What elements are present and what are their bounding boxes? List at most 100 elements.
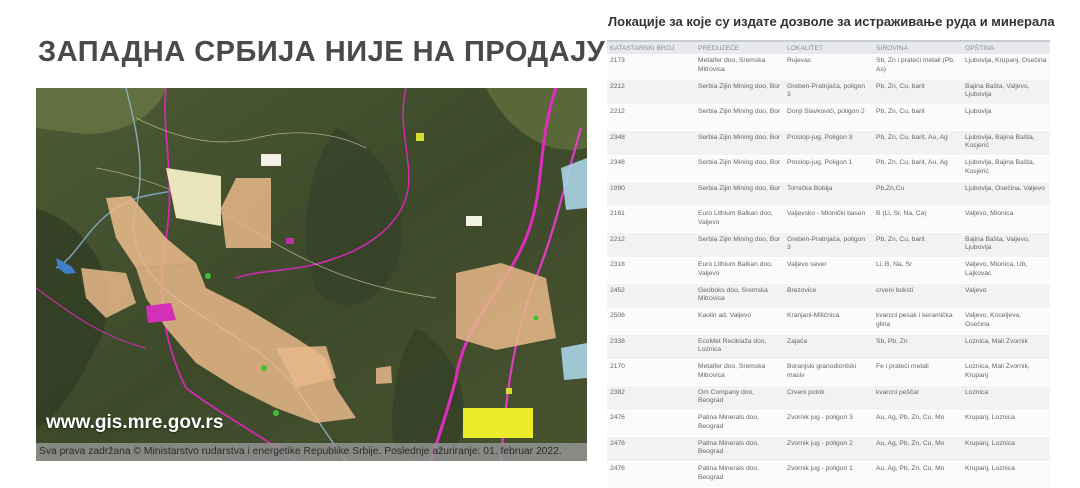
cell-katastarski-broj: 2318	[607, 257, 695, 284]
cell-lokalitet: Proslop-jug, Poligon 3	[784, 130, 873, 156]
cell-katastarski-broj: 2212	[607, 232, 695, 258]
table-row: 2318 Euro Lithium Balkan doo, Valjevo Valj…	[607, 257, 1050, 284]
cell-katastarski-broj: 2348	[607, 155, 695, 182]
cell-preduzece: Serbia Zijin Mining doo, Bor	[695, 232, 784, 258]
cell-opstina: Bajina Bašta, Valjevo, Ljubovija	[962, 232, 1050, 258]
cell-lokalitet: Zvornik jug - poligon 3	[784, 410, 873, 437]
table-row: 2212 Serbia Zijin Mining doo, Bor Greben-P…	[607, 232, 1050, 258]
cell-opstina: Loznica	[962, 385, 1050, 411]
cell-preduzece: Kaolin ad, Valjevo	[695, 308, 784, 335]
cell-katastarski-broj: 2173	[607, 54, 695, 80]
table-row: 2212 Serbia Zijin Mining doo, Bor Greben-P…	[607, 79, 1050, 105]
cell-sirovina: crveni boksti	[873, 283, 962, 309]
cell-sirovina: Pb,Zn,Cu	[873, 181, 962, 207]
table-row: 2161 Euro Lithium Balkan doo, Valjevo Valj…	[607, 206, 1050, 233]
cell-katastarski-broj: 2476	[607, 436, 695, 462]
table-row: 2476 Patina Minerals doo, Beograd Zvornik …	[607, 410, 1050, 437]
cell-lokalitet: Zajača	[784, 334, 873, 360]
cell-katastarski-broj: 2476	[607, 461, 695, 488]
cell-opstina: Ljubovija, Krupanj, Osečina	[962, 54, 1050, 80]
cell-preduzece: Patina Minerals doo, Beograd	[695, 436, 784, 462]
cell-preduzece: Om Company doo, Beograd	[695, 385, 784, 411]
cell-preduzece: Serbia Zijin Mining doo, Bor	[695, 79, 784, 105]
table-row: 2348 Serbia Zijin Mining doo, Bor Proslop-…	[607, 155, 1050, 182]
cell-preduzece: Patina Minerals doo, Beograd	[695, 461, 784, 488]
cell-sirovina: Sb, Pb, Zn	[873, 334, 962, 360]
cell-katastarski-broj: 2170	[607, 359, 695, 386]
map-url: www.gis.mre.gov.rs	[46, 412, 224, 433]
cell-sirovina: Sb, Zn i prateći metali (Pb, As)	[873, 54, 962, 80]
cell-sirovina: Fe i prateći metali	[873, 359, 962, 386]
cell-lokalitet: Valjevsko - Mionički basen	[784, 206, 873, 233]
table-row: 2452 Geoboks doo, Sremska Mitrovica Brezov…	[607, 283, 1050, 309]
cell-sirovina: Pb, Zn, Cu, barit, Au, Ag	[873, 155, 962, 182]
cell-sirovina: Pb, Zn, Cu, barit	[873, 104, 962, 131]
marker	[506, 388, 512, 394]
header-sirovina: SIROVINA	[873, 40, 962, 54]
table-body: 2173 Metalfer doo, Sremska Mitrovica Rujev…	[607, 54, 1050, 488]
marker	[273, 410, 279, 416]
map-image: www.gis.mre.gov.rs Sva prava zadržana © …	[36, 88, 587, 461]
table-row: 2476 Patina Minerals doo, Beograd Zvornik …	[607, 461, 1050, 488]
cell-katastarski-broj: 2338	[607, 334, 695, 360]
cell-preduzece: Serbia Zijin Mining doo, Bor	[695, 181, 784, 207]
map-credit: Sva prava zadržana © Ministarstvo rudars…	[36, 443, 587, 461]
table-title: Локације за које су издате дозволе за ис…	[608, 14, 1055, 29]
cell-opstina: Ljubovija, Osečina, Valjevo	[962, 181, 1050, 207]
table-row: 2170 Metalfer doo, Sremska Mitrovica Boran…	[607, 359, 1050, 386]
table-row: 2476 Patina Minerals doo, Beograd Zvornik …	[607, 436, 1050, 462]
cell-preduzece: Serbia Zijin Mining doo, Bor	[695, 104, 784, 131]
marker	[205, 273, 211, 279]
marker	[416, 133, 424, 141]
cell-lokalitet: Donji Slavkovići, poligon 2	[784, 104, 873, 131]
cell-sirovina: Au, Ag, Pb, Zn, Cu, Mo	[873, 461, 962, 488]
cell-lokalitet: Proslop-jug, Poligon 1	[784, 155, 873, 182]
marker	[533, 315, 539, 321]
cell-katastarski-broj: 2212	[607, 79, 695, 105]
cell-lokalitet: Tornička Bobija	[784, 181, 873, 207]
cell-katastarski-broj: 2212	[607, 104, 695, 131]
cell-sirovina: Au, Ag, Pb, Zn, Cu, Mo	[873, 436, 962, 462]
headline: ЗАПАДНА СРБИЈА НИЈЕ НА ПРОДАЈУ!	[38, 36, 616, 68]
table-row: 2173 Metalfer doo, Sremska Mitrovica Rujev…	[607, 54, 1050, 80]
header-katastarski-broj: KATASTARSKI BROJ	[607, 40, 695, 54]
cell-preduzece: Patina Minerals doo, Beograd	[695, 410, 784, 437]
cell-katastarski-broj: 2382	[607, 385, 695, 411]
cell-lokalitet: Valjevo sever	[784, 257, 873, 284]
cell-sirovina: Li, B, Na, Sr	[873, 257, 962, 284]
cell-lokalitet: Brezovice	[784, 283, 873, 309]
header-preduzece: PREDUZEĆE	[695, 40, 784, 54]
cell-opstina: Loznica, Mali Zvornik	[962, 334, 1050, 360]
cell-sirovina: Au, Ag, Pb, Zn, Cu, Mo	[873, 410, 962, 437]
table-header-row: KATASTARSKI BROJ PREDUZEĆE LOKALITET SIR…	[607, 40, 1050, 54]
cell-opstina: Bajina Bašta, Valjevo, Ljubovija	[962, 79, 1050, 105]
cell-opstina: Ljubovija, Bajina Bašta, Kosjerić	[962, 130, 1050, 156]
marker	[261, 154, 281, 166]
cell-lokalitet: Kranjani-Miličnica	[784, 308, 873, 335]
cell-opstina: Krupanj, Loznica	[962, 461, 1050, 488]
cell-opstina: Valjevo, Koceljeva, Osečina	[962, 308, 1050, 335]
map-graphic	[36, 88, 587, 461]
cell-opstina: Loznica, Mali Zvornik, Krupanj	[962, 359, 1050, 386]
table-row: 2338 EcoMet Reciklaža doo, Loznica Zajača S…	[607, 334, 1050, 360]
cell-preduzece: Metalfer doo, Sremska Mitrovica	[695, 54, 784, 80]
cell-preduzece: Euro Lithium Balkan doo, Valjevo	[695, 206, 784, 233]
cell-lokalitet: Zvornik jug - poligon 2	[784, 436, 873, 462]
cell-lokalitet: Greben-Pratnjača, poligon 3	[784, 79, 873, 105]
cell-sirovina: kvarcni pesak i keramička glina	[873, 308, 962, 335]
cell-katastarski-broj: 2476	[607, 410, 695, 437]
table-row: 2212 Serbia Zijin Mining doo, Bor Donji Sl…	[607, 104, 1050, 131]
cell-preduzece: Geoboks doo, Sremska Mitrovica	[695, 283, 784, 309]
cell-preduzece: Metalfer doo, Sremska Mitrovica	[695, 359, 784, 386]
table-row: 1990 Serbia Zijin Mining doo, Bor Tornička…	[607, 181, 1050, 207]
table-row: 2348 Serbia Zijin Mining doo, Bor Proslop-…	[607, 130, 1050, 156]
cell-preduzece: Serbia Zijin Mining doo, Bor	[695, 130, 784, 156]
cell-preduzece: Euro Lithium Balkan doo, Valjevo	[695, 257, 784, 284]
cell-lokalitet: Boranjski granodioritski masiv	[784, 359, 873, 386]
cell-opstina: Krupanj, Loznica	[962, 410, 1050, 437]
permits-table: KATASTARSKI BROJ PREDUZEĆE LOKALITET SIR…	[607, 40, 1050, 488]
cell-lokalitet: Crveni potok	[784, 385, 873, 411]
header-lokalitet: LOKALITET	[784, 40, 873, 54]
cell-opstina: Krupanj, Loznica	[962, 436, 1050, 462]
cell-sirovina: Pb, Zn, Cu, barit, Au, Ag	[873, 130, 962, 156]
